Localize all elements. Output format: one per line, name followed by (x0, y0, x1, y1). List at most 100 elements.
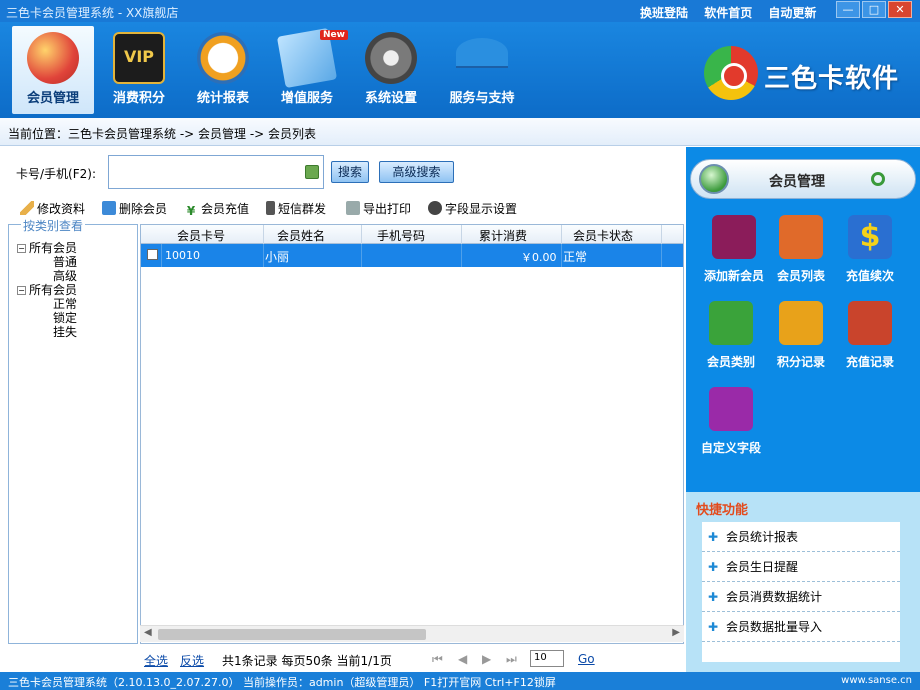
tile-recharge-record[interactable]: 充值记录 (830, 301, 910, 381)
toolbar-consumption-points[interactable]: VIP 消费积分 (98, 26, 180, 114)
edit-profile-button[interactable]: 修改资料 (20, 200, 85, 217)
dollar-icon: $ (848, 215, 892, 259)
toolbar-value-added-service[interactable]: New 增值服务 (266, 26, 348, 114)
download-icon (305, 165, 319, 179)
plus-icon: ✚ (708, 530, 719, 544)
delete-member-button[interactable]: 删除会员 (102, 200, 167, 217)
col-total-consumption[interactable]: 累计消费 (479, 227, 527, 244)
collapse-icon[interactable]: − (17, 286, 26, 295)
brand-logo: 三色卡软件 (704, 46, 904, 106)
tile-custom-field[interactable]: 自定义字段 (691, 387, 771, 467)
next-page-icon[interactable]: ▶ (482, 652, 491, 666)
page-number-input[interactable]: 10 (530, 650, 564, 667)
members-icon (27, 32, 79, 84)
invert-selection-link[interactable]: 反选 (180, 652, 204, 669)
collapse-icon[interactable]: − (17, 244, 26, 253)
search-input[interactable] (108, 155, 324, 189)
export-print-button[interactable]: 导出打印 (346, 200, 411, 217)
plus-icon: ✚ (708, 560, 719, 574)
vip-icon: VIP (113, 32, 165, 84)
yen-icon: ¥ (186, 204, 196, 218)
toolbar-system-settings[interactable]: 系统设置 (350, 26, 432, 114)
breadcrumb: 当前位置：三色卡会员管理系统 -> 会员管理 -> 会员列表 (0, 118, 920, 146)
software-home-link[interactable]: 软件首页 (704, 6, 752, 20)
tile-member-list[interactable]: 会员列表 (761, 215, 841, 295)
scroll-right-icon[interactable]: ▶ (672, 627, 680, 638)
settings-icon (428, 201, 442, 215)
cell-member-name: 小丽 (265, 250, 290, 264)
quick-item-birthday-reminder[interactable]: ✚ 会员生日提醒 (702, 552, 900, 582)
maximize-button[interactable]: □ (862, 1, 886, 18)
orb-icon (699, 164, 729, 194)
sms-broadcast-button[interactable]: 短信群发 (266, 200, 326, 217)
printer-icon (346, 201, 360, 215)
toolbar-statistics-report[interactable]: 统计报表 (182, 26, 264, 114)
col-phone[interactable]: 手机号码 (377, 227, 425, 244)
main-content: 卡号/手机(F2): 搜索 高级搜索 修改资料 删除会员 ¥ 会员充值 短信群发 … (0, 147, 686, 672)
title-bar: 三色卡会员管理系统 - XX旗舰店 换班登陆 软件首页 自动更新 — □ ✕ (0, 0, 920, 22)
field-display-settings-button[interactable]: 字段显示设置 (428, 200, 517, 217)
tile-recharge-renew[interactable]: $ 充值续次 (830, 215, 910, 295)
tree-item-lost[interactable]: 挂失 (53, 323, 77, 340)
cell-card-status: 正常 (563, 250, 588, 264)
tree-title: 按类别查看 (21, 217, 86, 234)
cell-card-number: 10010 (165, 249, 200, 262)
toolbar-service-support[interactable]: 服务与支持 (438, 26, 526, 114)
status-url: www.sanse.cn (841, 675, 912, 686)
action-bar: 修改资料 删除会员 ¥ 会员充值 短信群发 导出打印 字段显示设置 (10, 197, 530, 219)
last-page-icon[interactable]: ⏭ (506, 652, 517, 667)
scroll-thumb[interactable] (158, 629, 426, 640)
member-recharge-button[interactable]: ¥ 会员充值 (184, 200, 249, 218)
quick-title: 快捷功能 (696, 503, 749, 518)
select-all-link[interactable]: 全选 (144, 652, 168, 669)
go-button[interactable]: Go (578, 652, 595, 666)
quick-item-member-report[interactable]: ✚ 会员统计报表 (702, 522, 900, 552)
col-card-status[interactable]: 会员卡状态 (573, 227, 633, 244)
quick-item-consumption-stats[interactable]: ✚ 会员消费数据统计 (702, 582, 900, 612)
logo-text: 三色卡软件 (764, 64, 900, 94)
category-tree: 按类别查看 − 所有会员 普通 高级 − 所有会员 正常 锁定 挂失 (8, 217, 138, 644)
horizontal-scrollbar[interactable]: ◀ ▶ (140, 625, 684, 642)
add-member-icon (712, 215, 756, 259)
prev-page-icon[interactable]: ◀ (458, 652, 467, 666)
window-title: 三色卡会员管理系统 - XX旗舰店 (6, 6, 179, 20)
quick-functions: 快捷功能 ✚ 会员统计报表 ✚ 会员生日提醒 ✚ 会员消费数据统计 ✚ 会员数据批量导入 (686, 492, 920, 672)
scroll-left-icon[interactable]: ◀ (144, 627, 152, 638)
tile-member-category[interactable]: 会员类别 (691, 301, 771, 381)
first-page-icon[interactable]: ⏮ (432, 652, 443, 667)
status-bar: 三色卡会员管理系统（2.10.13.0_2.07.27.0） 当前操作员：adm… (0, 672, 920, 690)
phone-icon (266, 201, 275, 215)
record-icon (848, 301, 892, 345)
custom-field-icon (709, 387, 753, 431)
minimize-button[interactable]: — (836, 1, 860, 18)
toolbar-member-management[interactable]: 会员管理 (12, 26, 94, 114)
clock-icon (197, 32, 249, 84)
category-icon (709, 301, 753, 345)
col-member-name[interactable]: 会员姓名 (277, 227, 325, 244)
search-button[interactable]: 搜索 (331, 161, 369, 183)
ring-icon (871, 172, 885, 186)
new-badge: New (320, 30, 348, 40)
panel-title: 会员管理 (769, 174, 825, 190)
cell-total-consumption: ￥0.00 (521, 251, 557, 264)
title-links: 换班登陆 软件首页 自动更新 (640, 4, 828, 21)
pager-summary: 共1条记录 每页50条 当前1/1页 (222, 654, 392, 668)
quick-list: ✚ 会员统计报表 ✚ 会员生日提醒 ✚ 会员消费数据统计 ✚ 会员数据批量导入 (702, 522, 900, 662)
tile-points-record[interactable]: 积分记录 (761, 301, 841, 381)
advanced-search-button[interactable]: 高级搜索 (379, 161, 454, 183)
auto-update-link[interactable]: 自动更新 (768, 6, 816, 20)
switch-shift-link[interactable]: 换班登陆 (640, 6, 688, 20)
row-checkbox[interactable] (147, 249, 158, 260)
table-row[interactable]: 10010 小丽 ￥0.00 正常 (141, 244, 683, 267)
panel-header: 会员管理 (690, 159, 916, 199)
close-button[interactable]: ✕ (888, 1, 912, 18)
col-card-number[interactable]: 会员卡号 (177, 227, 225, 244)
logo-disc-icon (704, 46, 758, 100)
grid-header: 会员卡号 会员姓名 手机号码 累计消费 会员卡状态 (141, 225, 683, 244)
plus-icon: ✚ (708, 590, 719, 604)
gear-icon (365, 32, 417, 84)
plus-icon: ✚ (708, 620, 719, 634)
pager: 全选 反选 共1条记录 每页50条 当前1/1页 ⏮ ◀ ▶ ⏭ 10 Go (0, 647, 686, 671)
delete-icon (102, 201, 116, 215)
quick-item-batch-import[interactable]: ✚ 会员数据批量导入 (702, 612, 900, 642)
